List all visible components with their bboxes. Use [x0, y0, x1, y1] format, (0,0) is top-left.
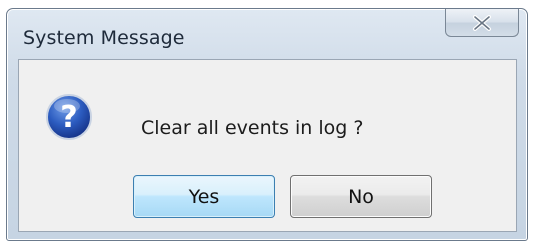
question-icon: ?: [45, 93, 93, 141]
close-button[interactable]: [445, 9, 519, 37]
dialog-message: Clear all events in log ?: [141, 117, 364, 139]
yes-button[interactable]: Yes: [133, 175, 275, 218]
close-icon: [472, 14, 492, 31]
no-button-label: No: [348, 185, 374, 208]
dialog-title: System Message: [23, 27, 185, 49]
title-bar[interactable]: System Message: [7, 9, 527, 59]
dialog-body: ? Clear all events in log ? Yes No: [18, 59, 517, 232]
svg-text:?: ?: [60, 100, 77, 135]
yes-button-label: Yes: [188, 185, 220, 208]
no-button[interactable]: No: [290, 175, 432, 218]
system-message-dialog: System Message ? Clear all events in log…: [6, 8, 528, 241]
